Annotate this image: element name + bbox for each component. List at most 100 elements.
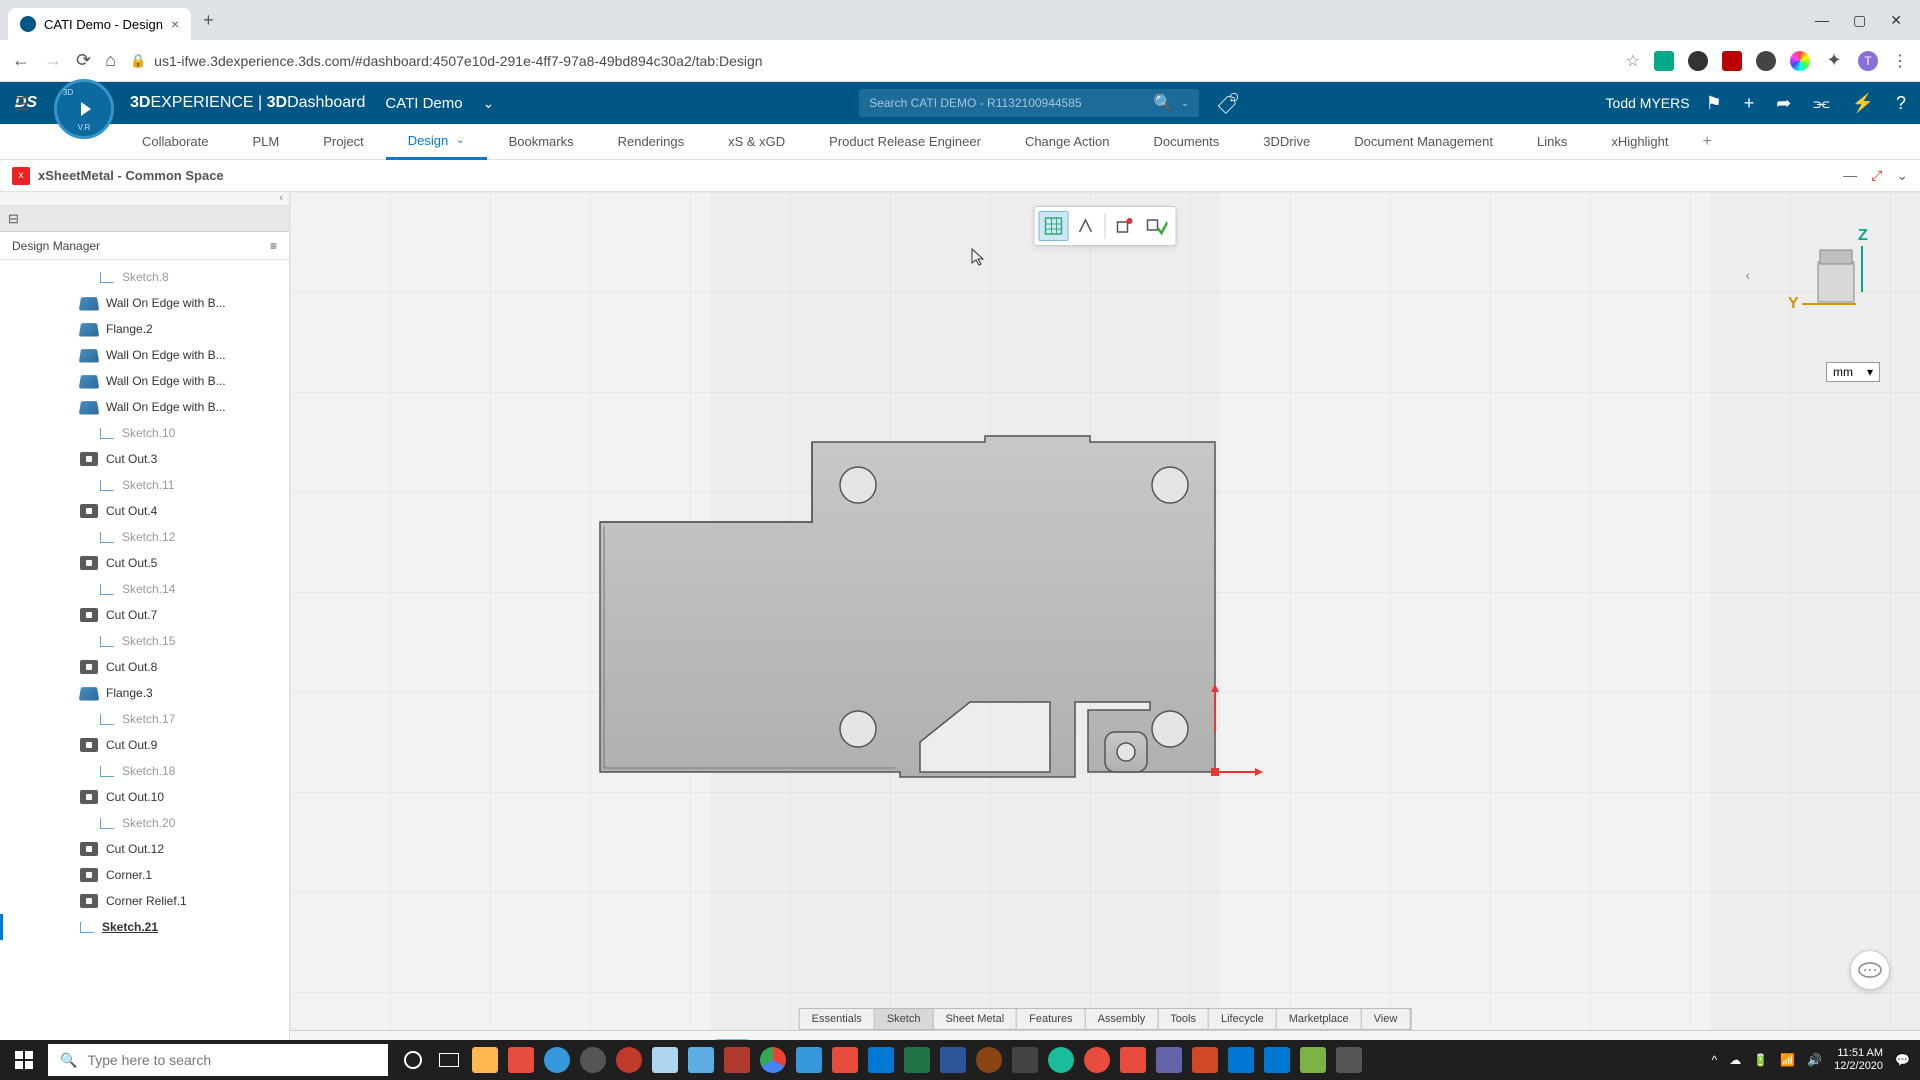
- tag-icon[interactable]: 🏷: [1215, 90, 1240, 115]
- tree-item[interactable]: Sketch.10: [0, 420, 289, 446]
- start-button[interactable]: [0, 1040, 48, 1080]
- task-app[interactable]: [1080, 1040, 1114, 1080]
- task-app[interactable]: [1008, 1040, 1042, 1080]
- network-icon[interactable]: ⫘: [1813, 93, 1829, 114]
- nav-tab-change-action[interactable]: Change Action: [1003, 124, 1132, 160]
- tree-item[interactable]: Sketch.12: [0, 524, 289, 550]
- browser-menu-icon[interactable]: ⋮: [1892, 51, 1908, 71]
- tree-item[interactable]: Sketch.8: [0, 264, 289, 290]
- task-app[interactable]: [576, 1040, 610, 1080]
- ext-icon[interactable]: [1654, 51, 1674, 71]
- task-app[interactable]: [792, 1040, 826, 1080]
- tree-item[interactable]: Cut Out.8: [0, 654, 289, 680]
- bottom-tab-view[interactable]: View: [1362, 1009, 1411, 1029]
- tree-item[interactable]: Wall On Edge with B...: [0, 290, 289, 316]
- orientation-widget[interactable]: Z Y: [1780, 222, 1880, 322]
- task-teams[interactable]: [1152, 1040, 1186, 1080]
- task-chrome[interactable]: [756, 1040, 790, 1080]
- context-dropdown-icon[interactable]: ⌄: [483, 95, 495, 112]
- task-app[interactable]: [1296, 1040, 1330, 1080]
- profile-avatar[interactable]: T: [1858, 51, 1878, 71]
- nav-tab-links[interactable]: Links: [1515, 124, 1589, 160]
- tree-item[interactable]: Cut Out.4: [0, 498, 289, 524]
- task-app[interactable]: [1044, 1040, 1078, 1080]
- task-app[interactable]: [504, 1040, 538, 1080]
- tree-item[interactable]: Cut Out.5: [0, 550, 289, 576]
- task-explorer[interactable]: [468, 1040, 502, 1080]
- tree-item[interactable]: Cut Out.10: [0, 784, 289, 810]
- tray-wifi-icon[interactable]: 📶: [1780, 1053, 1795, 1067]
- exit-sketch-button[interactable]: [1110, 211, 1140, 241]
- tree-item[interactable]: Wall On Edge with B...: [0, 394, 289, 420]
- tree-item[interactable]: Sketch.17: [0, 706, 289, 732]
- orient-collapse-icon[interactable]: ‹: [1745, 267, 1750, 283]
- tab-close-icon[interactable]: ×: [171, 16, 179, 32]
- help-bubble[interactable]: [1850, 950, 1890, 990]
- task-cortana[interactable]: [396, 1040, 430, 1080]
- tree-item[interactable]: Cut Out.7: [0, 602, 289, 628]
- nav-tab-xs-&-xgd[interactable]: xS & xGD: [706, 124, 807, 160]
- task-app[interactable]: [1116, 1040, 1150, 1080]
- bottom-tab-tools[interactable]: Tools: [1158, 1009, 1209, 1029]
- tray-volume-icon[interactable]: 🔊: [1807, 1053, 1822, 1067]
- bottom-tab-essentials[interactable]: Essentials: [800, 1009, 875, 1029]
- nav-tab-document-management[interactable]: Document Management: [1332, 124, 1515, 160]
- task-taskview[interactable]: [432, 1040, 466, 1080]
- task-word[interactable]: [936, 1040, 970, 1080]
- forward-icon[interactable]: →: [44, 50, 62, 71]
- constraint-button[interactable]: [1071, 211, 1101, 241]
- tree-item[interactable]: Flange.3: [0, 680, 289, 706]
- ext-icon[interactable]: [1722, 51, 1742, 71]
- viewport-3d[interactable]: ‹ Z Y mm ▾ EssentialsSketchSheet MetalFe…: [290, 192, 1920, 1080]
- tree-item[interactable]: Sketch.14: [0, 576, 289, 602]
- nav-tab-3ddrive[interactable]: 3DDrive: [1241, 124, 1332, 160]
- close-icon[interactable]: ✕: [1890, 12, 1902, 29]
- flag-icon[interactable]: ⚑: [1706, 93, 1722, 114]
- extensions-icon[interactable]: ✦: [1824, 51, 1844, 71]
- new-tab-button[interactable]: +: [203, 10, 214, 31]
- tree-item[interactable]: Wall On Edge with B...: [0, 342, 289, 368]
- nav-tab-plm[interactable]: PLM: [231, 124, 302, 160]
- nav-tab-renderings[interactable]: Renderings: [596, 124, 707, 160]
- back-icon[interactable]: ←: [12, 50, 30, 71]
- collapse-panel-icon[interactable]: ⤢: [1871, 167, 1882, 184]
- tray-clock[interactable]: 11:51 AM 12/2/2020: [1834, 1047, 1883, 1073]
- task-app[interactable]: [972, 1040, 1006, 1080]
- tree-item[interactable]: Wall On Edge with B...: [0, 368, 289, 394]
- reload-icon[interactable]: ⟳: [76, 50, 91, 71]
- tree-item[interactable]: Cut Out.12: [0, 836, 289, 862]
- tree-item[interactable]: Corner.1: [0, 862, 289, 888]
- tray-expand-icon[interactable]: ^: [1712, 1053, 1718, 1067]
- nav-tab-design[interactable]: Design⌄: [386, 124, 487, 160]
- task-app[interactable]: [1260, 1040, 1294, 1080]
- tree-item[interactable]: Sketch.21: [0, 914, 289, 940]
- bottom-tab-lifecycle[interactable]: Lifecycle: [1209, 1009, 1277, 1029]
- nav-tab-documents[interactable]: Documents: [1132, 124, 1242, 160]
- ext-icon[interactable]: [1756, 51, 1776, 71]
- address-bar[interactable]: 🔒 us1-ifwe.3dexperience.3ds.com/#dashboa…: [130, 46, 1612, 76]
- tree-item[interactable]: Sketch.15: [0, 628, 289, 654]
- sidebar-collapse-icon[interactable]: ‹: [0, 192, 289, 206]
- grid-toggle-button[interactable]: [1039, 211, 1069, 241]
- bottom-tab-sketch[interactable]: Sketch: [875, 1009, 934, 1029]
- home-icon[interactable]: ⌂: [105, 50, 116, 71]
- sidebar-toggle-icon[interactable]: ☰: [14, 94, 30, 115]
- search-input[interactable]: [869, 96, 1145, 110]
- tree-item[interactable]: Corner Relief.1: [0, 888, 289, 914]
- tray-battery-icon[interactable]: 🔋: [1753, 1053, 1768, 1067]
- ext-icon[interactable]: [1688, 51, 1708, 71]
- tree-item[interactable]: Sketch.11: [0, 472, 289, 498]
- tree-item[interactable]: Sketch.18: [0, 758, 289, 784]
- task-app[interactable]: [828, 1040, 862, 1080]
- bottom-tab-sheet-metal[interactable]: Sheet Metal: [933, 1009, 1017, 1029]
- tree-item[interactable]: Sketch.20: [0, 810, 289, 836]
- taskbar-search[interactable]: 🔍 Type here to search: [48, 1044, 388, 1076]
- task-app[interactable]: [1224, 1040, 1258, 1080]
- nav-tab-collaborate[interactable]: Collaborate: [120, 124, 231, 160]
- minimize-icon[interactable]: —: [1815, 12, 1829, 29]
- search-dropdown-icon[interactable]: ⌄: [1181, 98, 1189, 109]
- bottom-tab-features[interactable]: Features: [1017, 1009, 1085, 1029]
- ext-icon[interactable]: [1790, 51, 1810, 71]
- sidebar-menu-icon[interactable]: ≡: [270, 239, 277, 253]
- bottom-tab-marketplace[interactable]: Marketplace: [1277, 1009, 1362, 1029]
